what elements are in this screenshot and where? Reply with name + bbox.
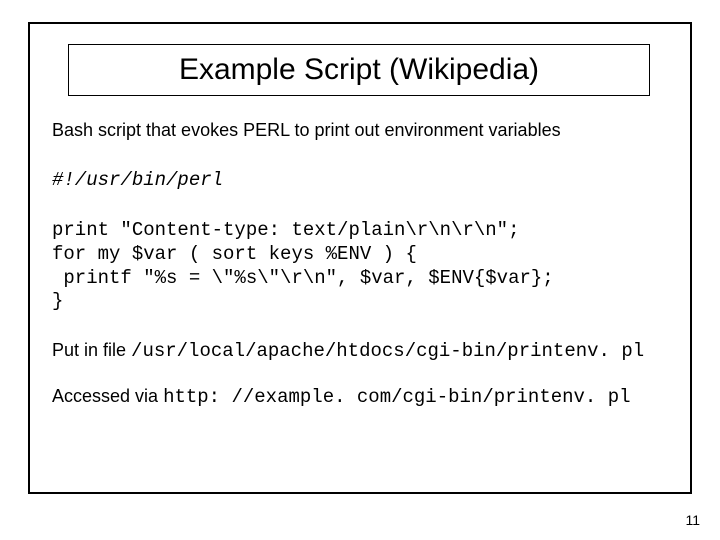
accessed-prefix: Accessed via	[52, 386, 163, 406]
slide-title: Example Script (Wikipedia)	[179, 53, 539, 87]
slide-frame: Example Script (Wikipedia) Bash script t…	[28, 22, 692, 494]
putin-prefix: Put in file	[52, 340, 131, 360]
page-number: 11	[685, 512, 700, 528]
code-block: print "Content-type: text/plain\r\n\r\n"…	[52, 219, 672, 314]
intro-text: Bash script that evokes PERL to print ou…	[52, 120, 672, 141]
file-path-line: Put in file /usr/local/apache/htdocs/cgi…	[52, 340, 672, 362]
slide-content: Bash script that evokes PERL to print ou…	[52, 120, 672, 408]
accessed-url: http: //example. com/cgi-bin/printenv. p…	[163, 386, 630, 408]
accessed-line: Accessed via http: //example. com/cgi-bi…	[52, 386, 672, 408]
file-path: /usr/local/apache/htdocs/cgi-bin/printen…	[131, 340, 644, 362]
title-box: Example Script (Wikipedia)	[68, 44, 650, 96]
shebang-line: #!/usr/bin/perl	[52, 169, 672, 191]
